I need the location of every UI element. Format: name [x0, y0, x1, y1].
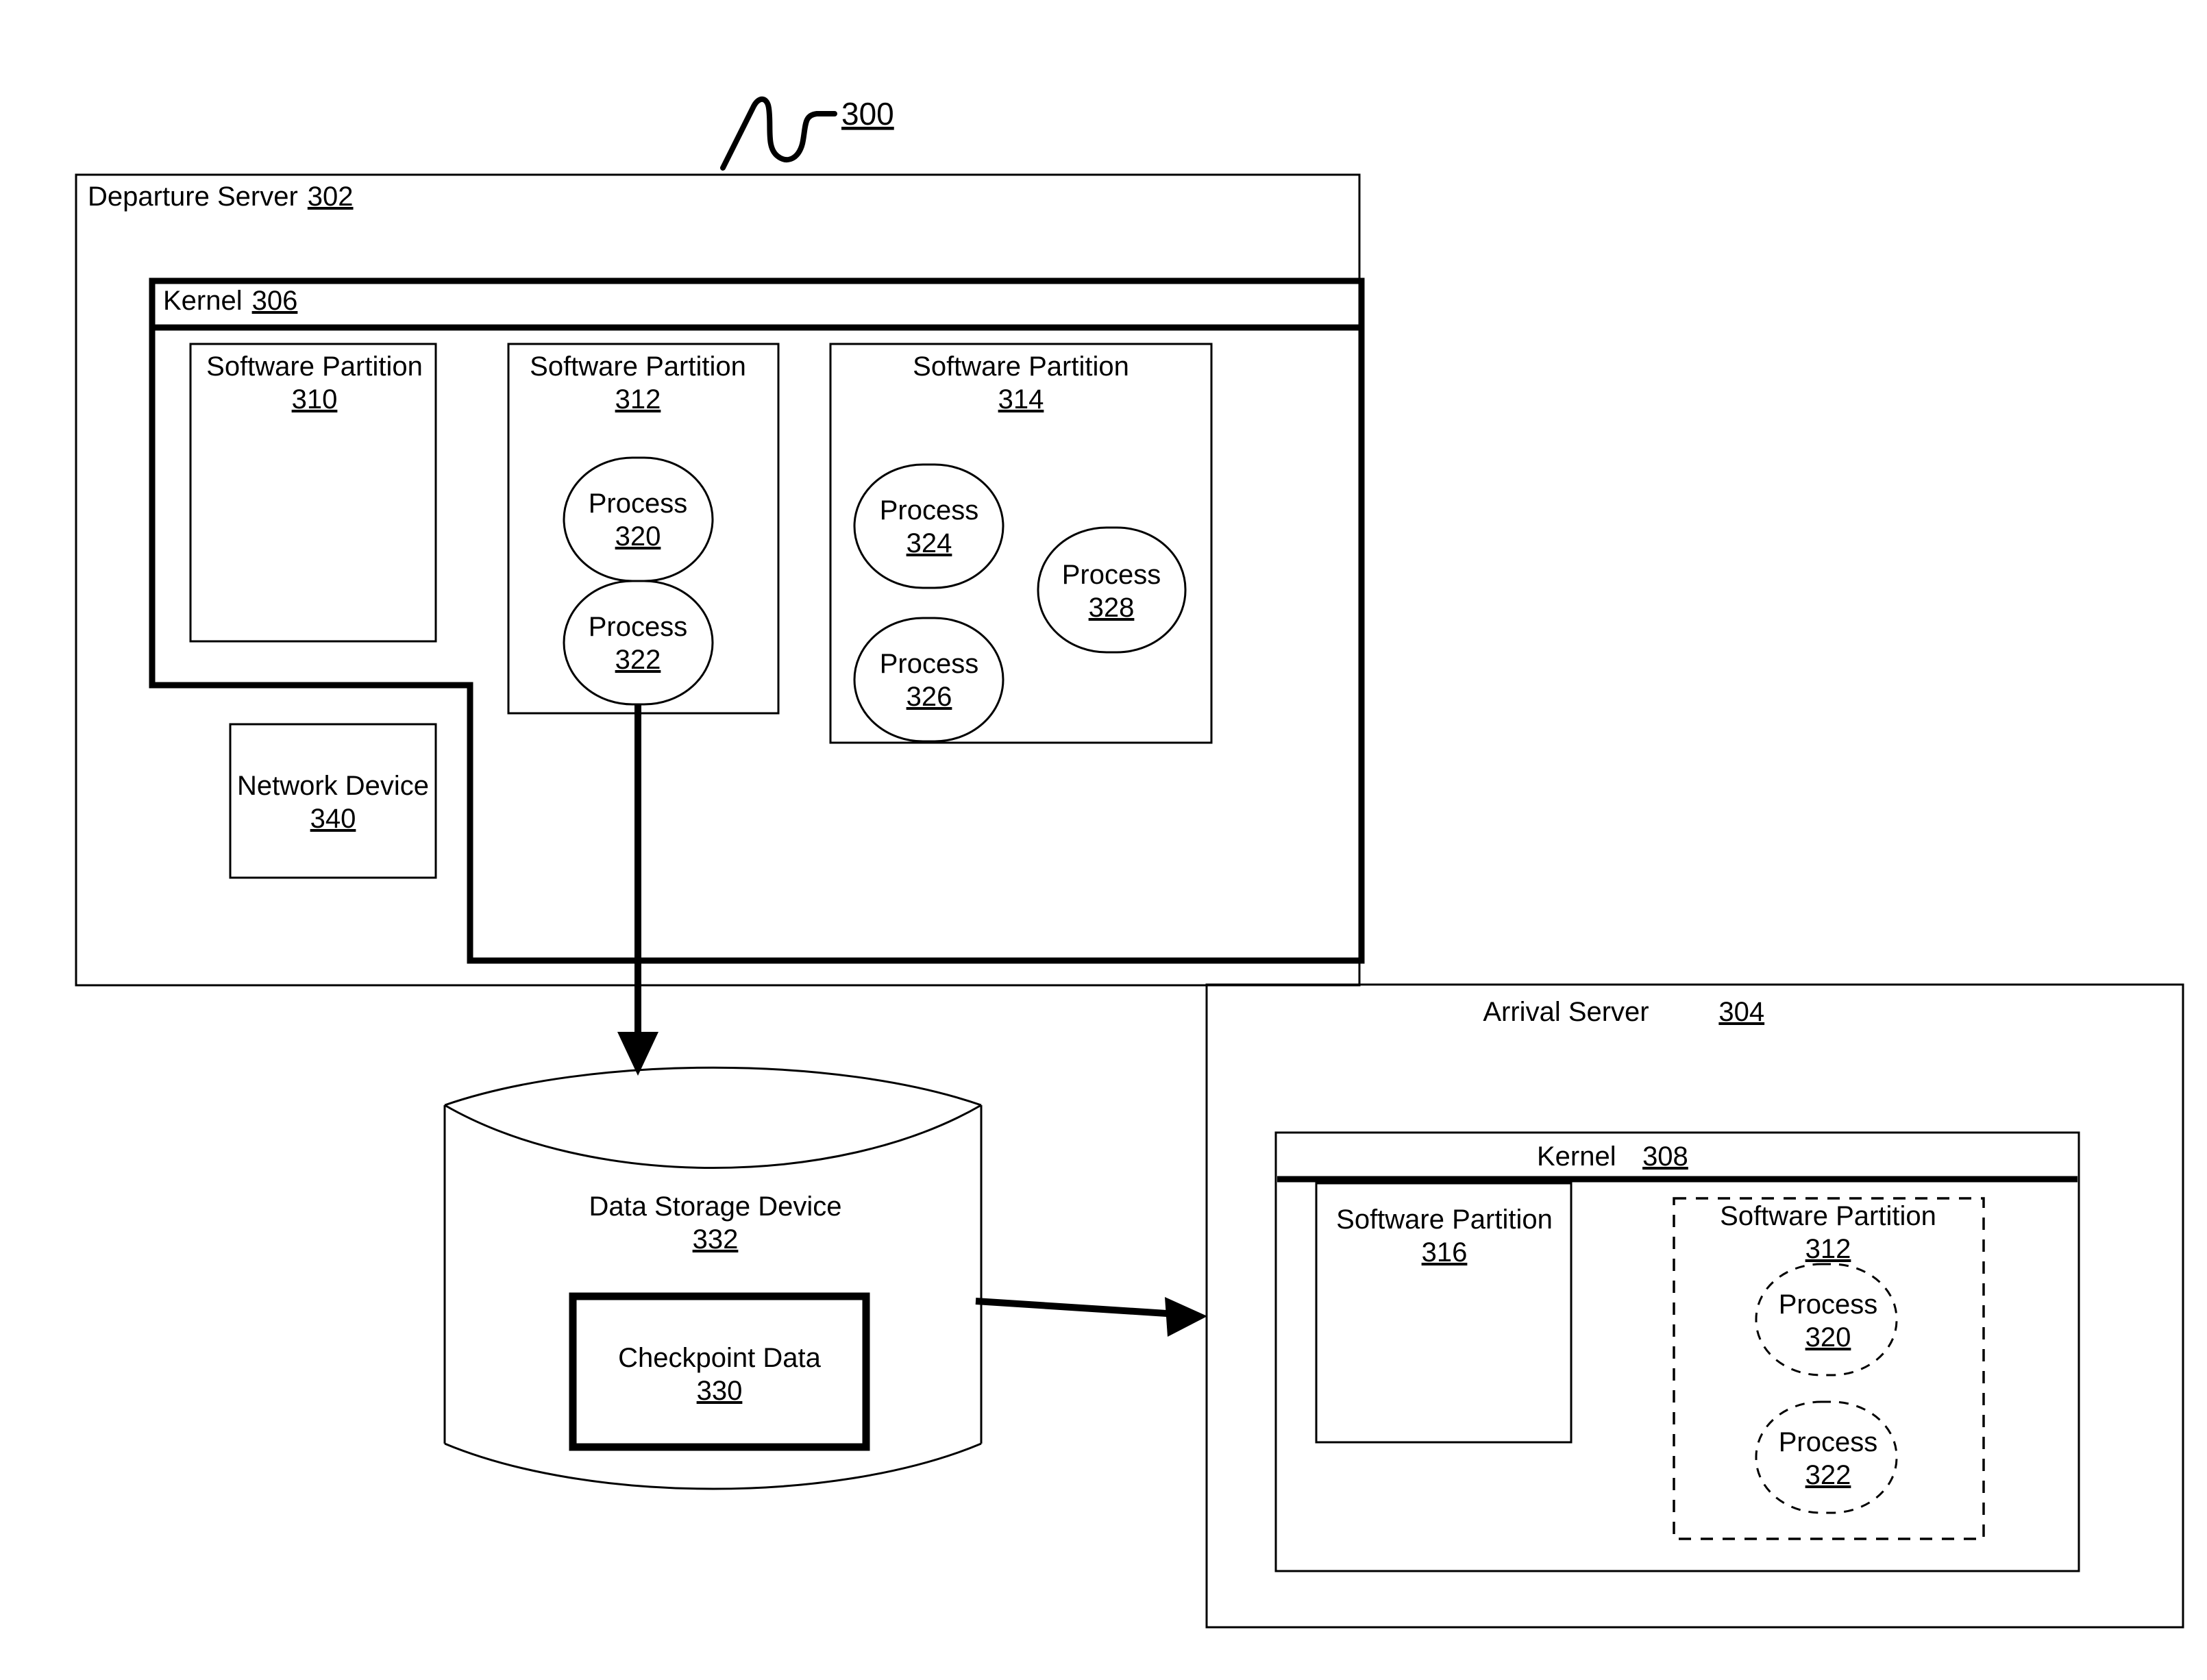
software-partition-316-ref: 316 [1422, 1237, 1468, 1268]
process-328-ref: 328 [1089, 593, 1135, 623]
process-326-shape [853, 617, 1004, 743]
data-storage-device-ref: 332 [693, 1224, 739, 1255]
process-320-restored-shape [1755, 1263, 1898, 1376]
figure-canvas: 300 Departure Server 302 Kernel 306 Soft… [75, 96, 2184, 1629]
kernel-306-title: Kernel [163, 286, 243, 316]
software-partition-316-title: Software Partition [1336, 1205, 1553, 1235]
software-partition-314-ref: 314 [998, 384, 1044, 415]
process-322-restored-title: Process [1779, 1427, 1878, 1457]
kernel-306-ref: 306 [252, 286, 298, 316]
figure-number: 300 [841, 96, 894, 132]
data-storage-device-title: Data Storage Device [589, 1191, 841, 1222]
process-322-shape [563, 580, 714, 706]
software-partition-310-title: Software Partition [206, 351, 423, 382]
arrival-server-ref: 304 [1718, 997, 1764, 1027]
software-partition-312-restored-ref: 312 [1805, 1234, 1851, 1264]
kernel-308-ref: 308 [1642, 1141, 1688, 1172]
software-partition-312-ref: 312 [615, 384, 661, 415]
process-320-ref: 320 [615, 521, 661, 552]
process-320-title: Process [589, 489, 688, 519]
process-320-restored-ref: 320 [1805, 1322, 1851, 1352]
software-partition-314-title: Software Partition [913, 351, 1129, 382]
process-322-title: Process [589, 612, 688, 642]
kernel-308-title: Kernel [1537, 1141, 1616, 1172]
process-328-shape [1037, 526, 1187, 654]
data-storage-device-cylinder [443, 1066, 983, 1490]
patent-figure-300: 300 Departure Server 302 Kernel 306 Soft… [0, 0, 2207, 1680]
process-320-shape [563, 456, 714, 582]
checkpoint-restore-arrow [975, 1297, 1207, 1337]
arrival-server-title: Arrival Server [1483, 997, 1649, 1027]
process-322-restored-shape [1755, 1400, 1898, 1514]
network-device-340-ref: 340 [310, 804, 356, 834]
software-partition-312-title: Software Partition [530, 351, 746, 382]
departure-server-ref: 302 [308, 182, 354, 212]
checkpoint-data-330-ref: 330 [697, 1376, 743, 1406]
figure-number-leader [720, 96, 837, 171]
process-324-ref: 324 [907, 528, 952, 558]
network-device-340-box [229, 723, 437, 879]
software-partition-310-ref: 310 [292, 384, 338, 415]
process-322-restored-ref: 322 [1805, 1460, 1851, 1490]
network-device-340-title: Network Device [237, 771, 429, 801]
process-324-shape [853, 463, 1004, 589]
process-322-ref: 322 [615, 645, 661, 675]
checkpoint-write-arrow [617, 704, 658, 1076]
process-320-restored-title: Process [1779, 1289, 1878, 1320]
process-326-title: Process [880, 649, 979, 679]
kernel-306-box [149, 277, 1365, 964]
arrival-server-box [1205, 983, 2184, 1629]
process-324-title: Process [880, 495, 979, 526]
checkpoint-data-330-title: Checkpoint Data [618, 1343, 821, 1373]
software-partition-312-restored-title: Software Partition [1720, 1201, 1936, 1231]
process-328-title: Process [1062, 560, 1161, 590]
departure-server-title: Departure Server [88, 182, 298, 212]
process-326-ref: 326 [907, 682, 952, 712]
